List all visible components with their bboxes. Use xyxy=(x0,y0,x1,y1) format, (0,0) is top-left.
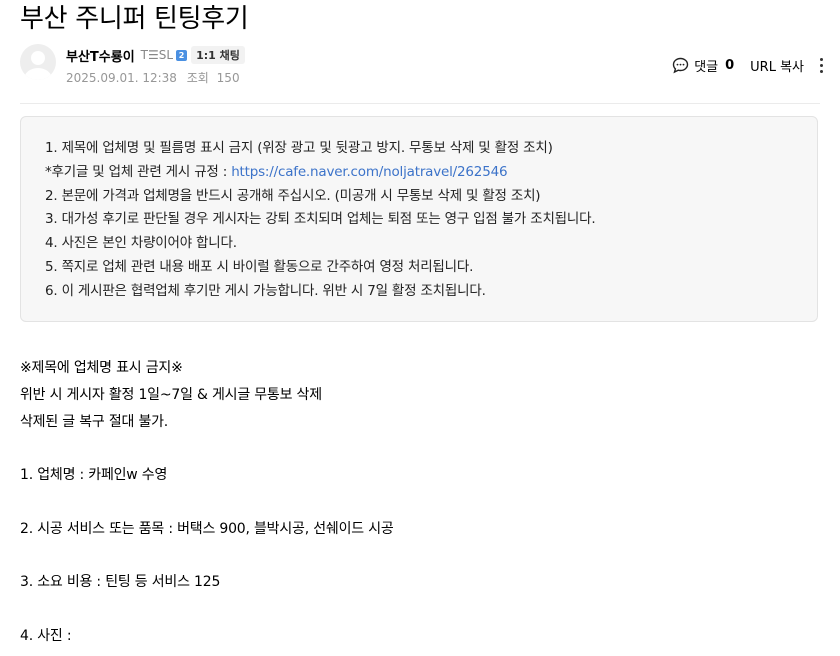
post-meta: 2025.09.01. 12:38 조회 150 xyxy=(66,69,240,86)
content-line: 4. 사진 : xyxy=(20,627,72,644)
notice-rules-label: *후기글 및 업체 관련 게시 규정 : xyxy=(45,163,232,180)
views-count: 150 xyxy=(216,71,240,85)
author-grade: T☰SL xyxy=(140,48,174,62)
content-line: 위반 시 게시자 활정 1일~7일 & 게시글 무통보 삭제 xyxy=(20,386,322,403)
content-line: 3. 소요 비용 : 틴팅 등 서비스 125 xyxy=(20,574,221,591)
notice-line-3: 3. 대가성 후기로 판단될 경우 게시자는 강퇴 조치되며 업체는 퇴점 또는… xyxy=(45,211,596,228)
speech-bubble-icon xyxy=(672,57,689,73)
content-line xyxy=(20,596,820,623)
post-title: 부산 주니퍼 틴팅후기 xyxy=(20,4,249,34)
level-badge-icon: 2 xyxy=(176,49,188,61)
content-line xyxy=(20,489,820,516)
notice-line-4: 4. 사진은 본인 차량이어야 합니다. xyxy=(45,235,237,252)
post-content: ※제목에 업체명 표시 금지※ 위반 시 게시자 활정 1일~7일 & 게시글 … xyxy=(20,355,820,650)
url-copy-button[interactable]: URL 복사 xyxy=(750,56,804,75)
notice-box: 1. 제목에 업체명 및 필름명 표시 금지 (위장 광고 및 뒷광고 방지. … xyxy=(20,116,818,322)
rules-link[interactable]: https://cafe.naver.com/noljatravel/26254… xyxy=(231,164,507,180)
content-line: 삭제된 글 복구 절대 불가. xyxy=(20,413,169,430)
notice-line-6: 6. 이 게시판은 협력업체 후기만 게시 가능합니다. 위반 시 7일 활정 … xyxy=(45,282,486,299)
notice-line-1: 1. 제목에 업체명 및 필름명 표시 금지 (위장 광고 및 뒷광고 방지. … xyxy=(45,140,553,156)
avatar-body-shape xyxy=(24,68,52,80)
more-dot xyxy=(819,57,823,61)
comment-count: 0 xyxy=(725,57,735,73)
post-tools: 댓글 0 URL 복사 xyxy=(672,54,826,76)
author-row: 부산T수룡이 T☰SL 2 1:1 채팅 xyxy=(66,45,245,65)
chat-button[interactable]: 1:1 채팅 xyxy=(191,46,245,64)
notice-line-2: 2. 본문에 가격과 업체명을 반드시 공개해 주십시오. (미공개 시 무통보… xyxy=(45,187,541,204)
avatar[interactable] xyxy=(20,44,56,80)
content-line: 2. 시공 서비스 또는 품목 : 버택스 900, 블박시공, 선쉐이드 시공 xyxy=(20,520,394,537)
more-dot xyxy=(819,69,823,73)
notice-line-rules: *후기글 및 업체 관련 게시 규정 : https://cafe.naver.… xyxy=(45,161,817,185)
content-line: ※제목에 업체명 표시 금지※ xyxy=(20,360,183,376)
author-nickname[interactable]: 부산T수룡이 xyxy=(66,46,135,65)
views-label: 조회 xyxy=(186,71,209,85)
content-line xyxy=(20,435,820,462)
avatar-head-shape xyxy=(31,51,45,65)
content-line xyxy=(20,543,820,570)
content-line: 1. 업체명 : 카페인w 수영 xyxy=(20,467,168,484)
vertical-dots-icon[interactable] xyxy=(816,55,826,75)
notice-line-5: 5. 쪽지로 업체 관련 내용 배포 시 바이럴 활동으로 간주하여 영정 처리… xyxy=(45,258,474,275)
header-divider xyxy=(20,103,820,104)
comment-label: 댓글 xyxy=(694,59,719,75)
comment-button[interactable]: 댓글 0 xyxy=(672,56,734,75)
more-dot xyxy=(819,63,823,67)
post-date: 2025.09.01. 12:38 xyxy=(66,71,177,85)
